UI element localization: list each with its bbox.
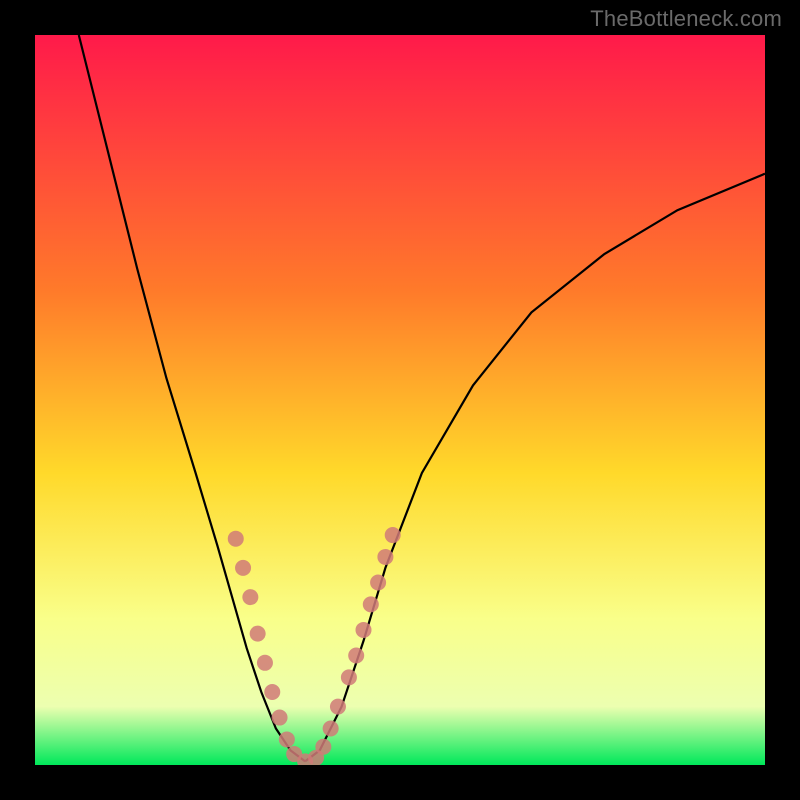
marker-point	[341, 669, 357, 685]
marker-point	[363, 596, 379, 612]
marker-point	[385, 527, 401, 543]
marker-point	[242, 589, 258, 605]
marker-point	[377, 549, 393, 565]
marker-point	[228, 531, 244, 547]
marker-point	[257, 655, 273, 671]
chart-plot-area	[35, 35, 765, 765]
marker-point	[330, 699, 346, 715]
marker-point	[235, 560, 251, 576]
marker-point	[315, 739, 331, 755]
marker-point	[356, 622, 372, 638]
marker-point	[370, 575, 386, 591]
marker-point	[348, 648, 364, 664]
marker-point	[250, 626, 266, 642]
marker-point	[279, 731, 295, 747]
chart-svg	[35, 35, 765, 765]
marker-point	[264, 684, 280, 700]
marker-point	[323, 721, 339, 737]
marker-point	[272, 710, 288, 726]
watermark-text: TheBottleneck.com	[590, 6, 782, 32]
chart-background	[35, 35, 765, 765]
